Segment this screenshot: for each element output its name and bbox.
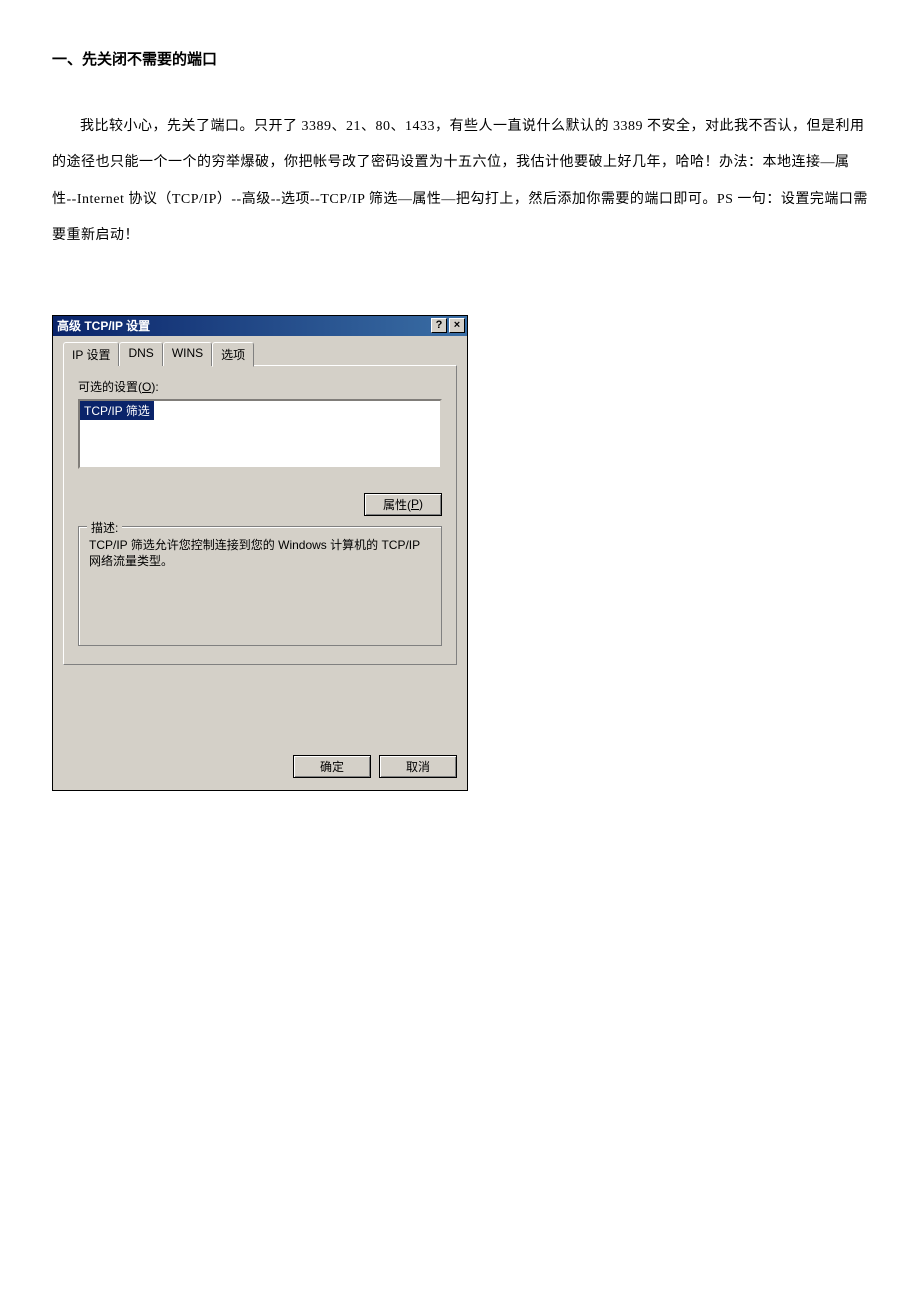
help-button[interactable]: ?: [431, 318, 447, 333]
tab-wins[interactable]: WINS: [163, 342, 212, 366]
section-heading: 一、先关闭不需要的端口: [52, 48, 868, 69]
cancel-button[interactable]: 取消: [379, 755, 457, 778]
ok-button[interactable]: 确定: [293, 755, 371, 778]
tab-options[interactable]: 选项: [212, 342, 254, 367]
properties-btn-pre: 属性(: [383, 496, 411, 513]
dialog-footer: 确定 取消: [53, 745, 467, 790]
dialog-title: 高级 TCP/IP 设置: [57, 317, 150, 334]
tab-ip-settings[interactable]: IP 设置: [63, 342, 119, 366]
tab-strip: IP 设置 DNS WINS 选项: [63, 342, 457, 366]
optional-label-post: ):: [151, 380, 158, 394]
optional-settings-listbox[interactable]: TCP/IP 筛选: [78, 399, 442, 469]
description-legend: 描述:: [87, 519, 122, 536]
description-text: TCP/IP 筛选允许您控制连接到您的 Windows 计算机的 TCP/IP …: [89, 537, 431, 571]
tab-dns[interactable]: DNS: [119, 342, 162, 366]
close-button[interactable]: ×: [449, 318, 465, 333]
optional-label-accel: O: [142, 380, 151, 394]
tab-page-options: 可选的设置(O): TCP/IP 筛选 属性(P) 描述: TCP/IP 筛选允…: [63, 365, 457, 665]
description-groupbox: 描述: TCP/IP 筛选允许您控制连接到您的 Windows 计算机的 TCP…: [78, 526, 442, 646]
tcpip-advanced-dialog: 高级 TCP/IP 设置 ? × IP 设置 DNS WINS 选项 可选的设置…: [52, 315, 468, 791]
section-paragraph: 我比较小心，先关了端口。只开了 3389、21、80、1433，有些人一直说什么…: [52, 109, 868, 255]
optional-settings-label: 可选的设置(O):: [78, 378, 442, 395]
titlebar: 高级 TCP/IP 设置 ? ×: [53, 316, 467, 336]
properties-btn-accel: P: [411, 497, 419, 511]
properties-button[interactable]: 属性(P): [364, 493, 442, 516]
optional-label-pre: 可选的设置(: [78, 380, 142, 394]
list-item-tcpip-filter[interactable]: TCP/IP 筛选: [80, 401, 154, 420]
properties-btn-post: ): [419, 497, 423, 511]
